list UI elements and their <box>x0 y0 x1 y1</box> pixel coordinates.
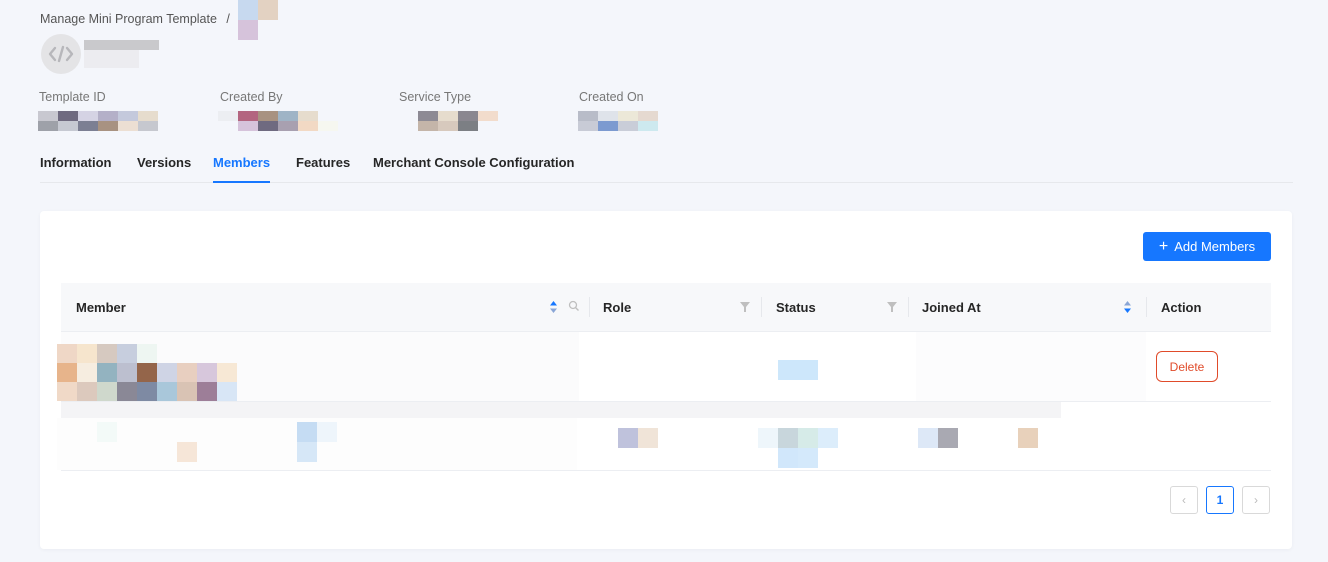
column-header-action: Action <box>1161 299 1202 315</box>
search-icon[interactable] <box>568 300 580 312</box>
breadcrumb-parent-link[interactable]: Manage Mini Program Template <box>40 12 217 26</box>
template-id-label: Template ID <box>39 90 106 104</box>
pagination-page-1[interactable]: 1 <box>1206 486 1234 514</box>
status-value-redacted <box>758 428 838 468</box>
joined-at-value-redacted <box>918 428 1038 448</box>
tab-bar: Information Versions Members Features Me… <box>40 155 1293 183</box>
code-icon <box>41 34 81 74</box>
table-row <box>57 332 1271 402</box>
filter-icon[interactable] <box>887 302 897 312</box>
created-by-label: Created By <box>220 90 283 104</box>
chevron-right-icon: › <box>1254 493 1258 507</box>
pagination-prev-button[interactable]: ‹ <box>1170 486 1198 514</box>
template-id-value-redacted <box>38 111 158 131</box>
created-by-value-redacted <box>218 111 338 131</box>
member-name-redacted <box>57 418 577 470</box>
pagination-next-button[interactable]: › <box>1242 486 1270 514</box>
add-members-button[interactable]: + Add Members <box>1143 232 1271 261</box>
service-type-value-redacted <box>418 111 498 131</box>
column-header-member[interactable]: Member <box>76 283 126 331</box>
created-on-label: Created On <box>579 90 644 104</box>
tab-information[interactable]: Information <box>40 155 112 181</box>
created-on-value-redacted <box>578 111 658 131</box>
tab-features[interactable]: Features <box>296 155 350 181</box>
column-header-role: Role <box>603 299 632 315</box>
column-header-joined-at[interactable]: Joined At <box>922 283 981 331</box>
role-value-redacted <box>618 428 658 448</box>
table-header: Member Role Status Joined At Action <box>61 283 1271 332</box>
breadcrumb-current-redacted <box>238 0 278 40</box>
member-name-redacted <box>57 344 237 401</box>
tab-versions[interactable]: Versions <box>137 155 191 181</box>
sort-icon[interactable] <box>549 300 558 314</box>
tab-merchant-console-configuration[interactable]: Merchant Console Configuration <box>373 155 575 181</box>
breadcrumb-separator: / <box>226 12 230 26</box>
tab-members[interactable]: Members <box>213 155 271 183</box>
delete-member-button[interactable]: Delete <box>1156 351 1218 382</box>
status-badge-redacted <box>778 360 818 380</box>
members-card: + Add Members Member Role Status Joined … <box>40 211 1292 549</box>
service-type-label: Service Type <box>399 90 472 104</box>
column-header-status: Status <box>776 299 816 315</box>
chevron-left-icon: ‹ <box>1182 493 1186 507</box>
plus-icon: + <box>1158 237 1169 255</box>
table-row <box>57 402 1271 471</box>
filter-icon[interactable] <box>740 302 750 312</box>
breadcrumb: Manage Mini Program Template / <box>40 12 230 26</box>
sort-icon[interactable] <box>1123 300 1132 314</box>
add-members-label: Add Members <box>1174 239 1256 254</box>
